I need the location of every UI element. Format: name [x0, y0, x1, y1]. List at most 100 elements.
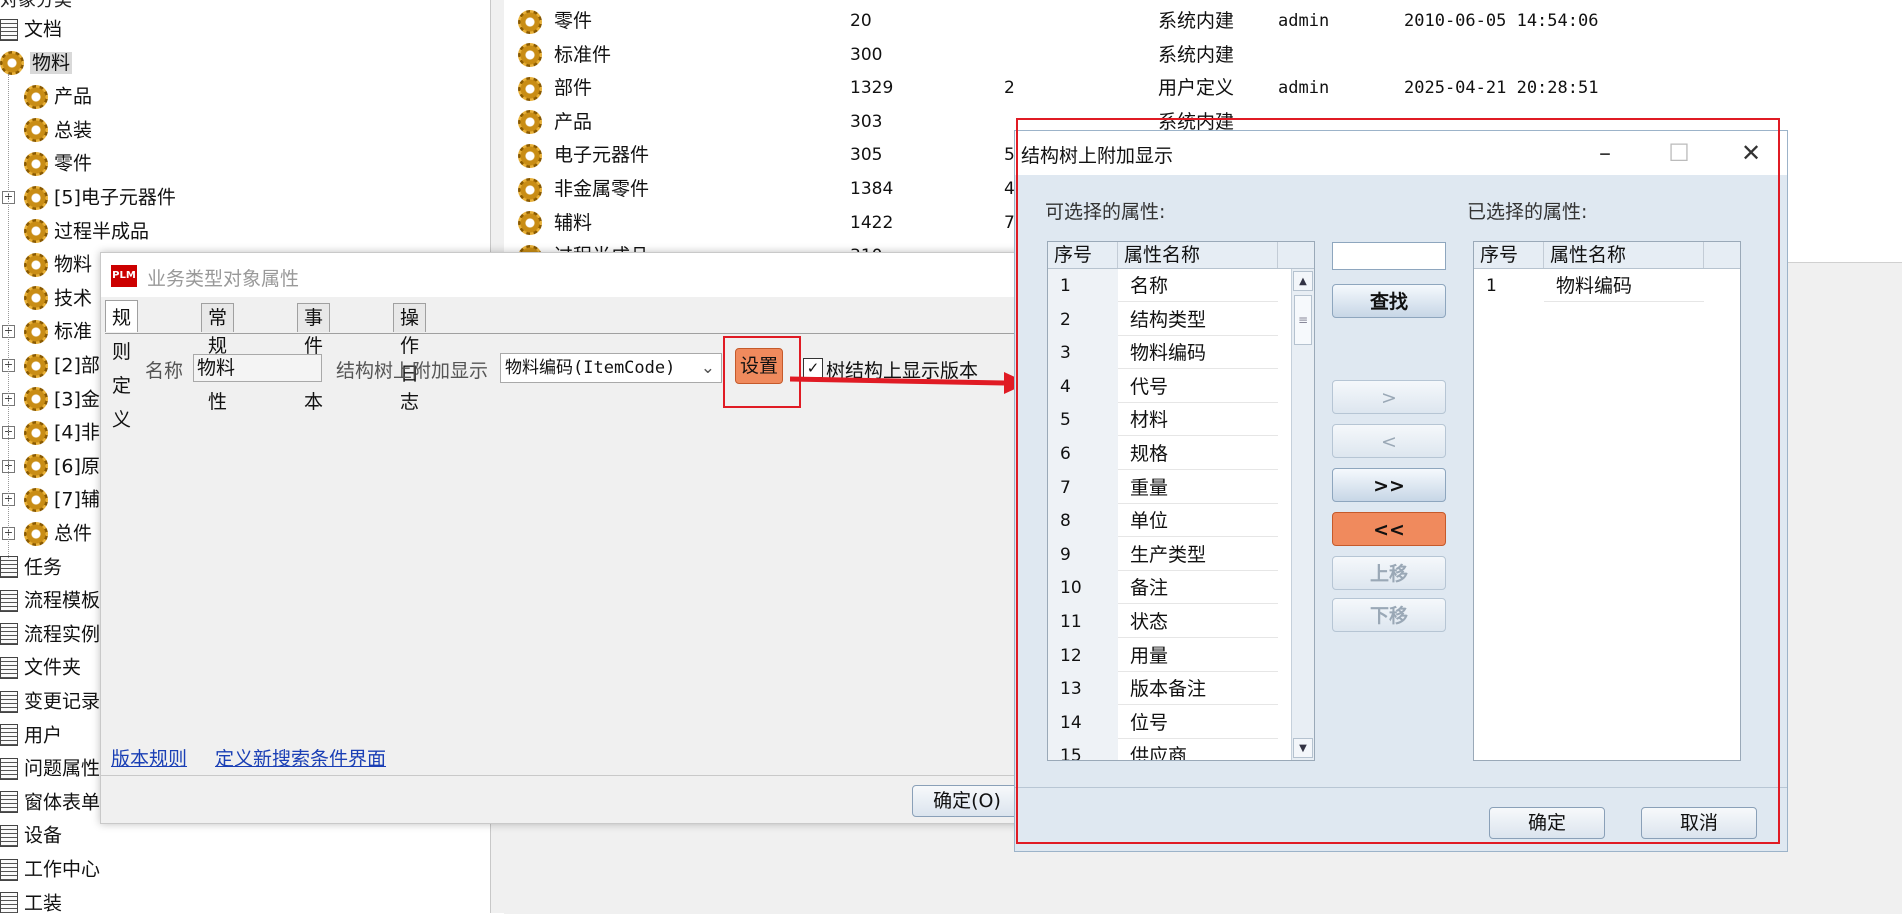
- tree-node[interactable]: [6]原: [24, 450, 100, 482]
- list-cell-name: 部件: [554, 77, 593, 100]
- gear-icon: [518, 177, 542, 202]
- gear-icon: [24, 118, 48, 143]
- list-cell-code: 20: [850, 11, 872, 31]
- tree-node[interactable]: 工作中心: [0, 853, 100, 885]
- list-row[interactable]: 电子元器件 305 5: [518, 138, 1015, 172]
- tree-node[interactable]: 技术: [24, 282, 92, 314]
- change-icon: [0, 690, 18, 713]
- tree-node[interactable]: 标准: [24, 315, 92, 347]
- tree-node[interactable]: 过程半成品: [24, 215, 149, 247]
- tree-guide-line: [8, 74, 9, 558]
- biz-ok-button[interactable]: 确定(O): [912, 785, 1022, 817]
- tab-rule-definition[interactable]: 规则定义: [105, 300, 139, 431]
- tree-node-label: 设备: [24, 824, 63, 847]
- tree-node[interactable]: 物料: [24, 248, 92, 280]
- tree-node[interactable]: 文件夹: [0, 651, 81, 683]
- tree-node-label: 文档: [24, 18, 63, 41]
- tree-node-label: 产品: [54, 85, 93, 108]
- tree-node-label: 任务: [24, 556, 63, 579]
- gear-icon: [518, 110, 542, 135]
- list-cell-code: 305: [850, 145, 883, 166]
- tree-node-label: 工作中心: [24, 858, 101, 881]
- list-row[interactable]: 零件 20 系统内建 admin 2010-06-05 14:54:06: [518, 4, 1598, 38]
- tree-node-label: 文件夹: [24, 656, 82, 679]
- list-cell-kind: 系统内建: [1158, 10, 1235, 32]
- doc-icon: [0, 858, 18, 881]
- tree-node[interactable]: 设备: [0, 819, 62, 851]
- tree-node[interactable]: 窗体表单: [0, 786, 100, 818]
- list-cell-code: 303: [850, 111, 883, 132]
- tab-general-properties[interactable]: 常规属性: [201, 303, 235, 413]
- tree-node-label: 零件: [54, 152, 93, 175]
- tree-node[interactable]: 物料: [0, 47, 73, 79]
- tree-node[interactable]: 变更记录: [0, 685, 100, 717]
- tree-node-label: 窗体表单: [24, 791, 101, 814]
- tree-node[interactable]: 文档: [0, 13, 62, 45]
- biz-dialog-titlebar[interactable]: PLM 业务类型对象属性: [101, 253, 1081, 297]
- tree-node[interactable]: [4]非: [24, 416, 100, 448]
- list-cell-name: 产品: [554, 110, 593, 133]
- tree-node[interactable]: [2]部: [24, 349, 100, 381]
- tree-title: 对象分类: [0, 0, 72, 11]
- tree-node-label: [2]部: [54, 354, 100, 377]
- gear-icon: [24, 151, 48, 176]
- list-row[interactable]: 标准件 300 系统内建: [518, 38, 1234, 72]
- gear-icon: [0, 51, 24, 76]
- tree-node[interactable]: 流程模板: [0, 584, 100, 616]
- version-rule-link[interactable]: 版本规则: [111, 744, 187, 771]
- name-label: 名称: [145, 360, 184, 382]
- attach-dialog-highlight: [1016, 118, 1780, 844]
- tree-node-label: [7]辅: [54, 488, 100, 511]
- tab-event-script[interactable]: 事件脚本: [297, 303, 331, 413]
- name-field[interactable]: 物料: [193, 354, 322, 382]
- tree-node[interactable]: 总件: [24, 517, 92, 549]
- tree-node-label: [6]原: [54, 455, 100, 478]
- tree-node-label: 总件: [54, 522, 93, 545]
- tree-node-label: [4]非: [54, 421, 100, 444]
- list-cell-name: 零件: [554, 10, 593, 32]
- tree-node[interactable]: [3]金: [24, 383, 100, 415]
- tree-node[interactable]: 问题属性: [0, 752, 100, 784]
- tree-node[interactable]: 产品: [24, 80, 92, 112]
- red-arrow-annotation: [790, 372, 1028, 394]
- list-row[interactable]: 非金属零件 1384 4: [518, 172, 1015, 206]
- tree-node-label: 技术: [54, 287, 93, 310]
- biz-dialog-title: 业务类型对象属性: [147, 268, 300, 290]
- attach-display-select[interactable]: 物料编码(ItemCode) ⌄: [500, 353, 722, 383]
- doc-icon: [0, 892, 18, 913]
- plm-logo: PLM: [111, 265, 137, 287]
- list-cell-code: 1384: [850, 179, 894, 199]
- tree-node[interactable]: 任务: [0, 551, 62, 583]
- tree-node[interactable]: 总装: [24, 114, 92, 146]
- tree-node[interactable]: 工装: [0, 887, 62, 913]
- list-row[interactable]: 部件 1329 2 用户定义 admin 2025-04-21 20:28:51: [518, 71, 1598, 105]
- tree-node[interactable]: 用户: [0, 719, 62, 751]
- doc-icon: [0, 18, 18, 41]
- gear-icon: [518, 76, 542, 101]
- gear-icon: [518, 9, 542, 34]
- doc-icon: [0, 757, 18, 780]
- list-row[interactable]: 产品 303 系统内建: [518, 105, 1234, 139]
- attach-display-label: 结构树上附加显示: [336, 360, 489, 382]
- list-cell-code: 1422: [850, 212, 894, 233]
- doc-icon: [0, 791, 18, 814]
- tree-node-label: [3]金: [54, 388, 100, 411]
- tree-node[interactable]: 流程实例: [0, 618, 100, 650]
- tree-node[interactable]: 零件: [24, 147, 92, 179]
- tree-node-label: 工装: [24, 892, 63, 913]
- gear-icon: [24, 387, 48, 412]
- tab-operation-log[interactable]: 操作日志: [393, 303, 427, 413]
- gear-icon: [518, 43, 542, 68]
- gear-icon: [24, 454, 48, 479]
- user-icon: [0, 724, 18, 747]
- define-search-ui-link[interactable]: 定义新搜索条件界面: [215, 744, 386, 771]
- list-cell-name: 辅料: [554, 211, 593, 234]
- list-cell-user: admin: [1278, 78, 1330, 99]
- list-cell-name: 非金属零件: [554, 178, 650, 200]
- list-row[interactable]: 辅料 1422 7: [518, 206, 1015, 240]
- tree-node-label: 标准: [54, 320, 93, 343]
- list-cell-name: 电子元器件: [554, 144, 650, 167]
- tree-node[interactable]: [5]电子元器件: [24, 181, 176, 213]
- list-cell-kind: 用户定义: [1158, 77, 1235, 100]
- tree-node[interactable]: [7]辅: [24, 483, 100, 515]
